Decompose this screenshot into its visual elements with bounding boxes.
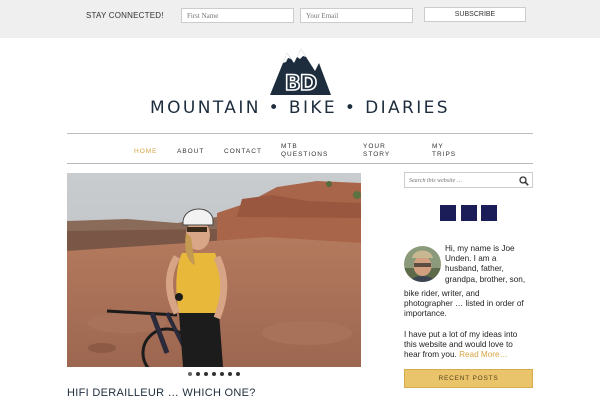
nav-label: MTB	[281, 143, 298, 150]
slider-dot[interactable]	[212, 372, 216, 376]
nav-item-home[interactable]: HOME	[134, 148, 158, 156]
post-title-link[interactable]: HIFI DERAILLEUR … WHICH ONE?	[67, 387, 256, 399]
slider-dot[interactable]	[220, 372, 224, 376]
slider-pagination	[0, 372, 361, 380]
author-bio-continued: bike rider, writer, and photographer … l…	[404, 289, 534, 360]
bio-line: hear from you.	[404, 350, 460, 360]
stay-connected-label: STAY CONNECTED!	[86, 11, 164, 20]
social-icon[interactable]	[461, 205, 477, 221]
slider-dot[interactable]	[236, 372, 240, 376]
nav-item-your-story[interactable]: YOUR STORY	[363, 143, 390, 159]
bio-line: bike rider, writer, and	[404, 289, 480, 298]
slider-dot[interactable]	[204, 372, 208, 376]
nav-label: MY	[432, 143, 444, 150]
bio-line: I have put a lot of my ideas into	[404, 329, 518, 339]
logo-monogram: BD	[285, 71, 317, 95]
bio-line: this website and would love to	[404, 339, 513, 349]
social-icon[interactable]	[481, 205, 497, 221]
nav-label: TRIPS	[432, 151, 457, 158]
slider-dot[interactable]	[196, 372, 200, 376]
site-title[interactable]: MOUNTAIN • BIKE • DIARIES	[0, 98, 600, 118]
author-avatar	[404, 246, 441, 282]
social-icon[interactable]	[440, 205, 456, 221]
subscribe-bar: STAY CONNECTED! SUBSCRIBE	[0, 0, 600, 38]
subscribe-button[interactable]: SUBSCRIBE	[424, 7, 526, 22]
main-navigation: HOME ABOUT CONTACT MTB QUESTIONS YOUR ST…	[67, 133, 533, 164]
nav-item-about[interactable]: ABOUT	[177, 148, 204, 156]
bio-line: husband, father,	[445, 264, 504, 274]
email-input[interactable]	[300, 8, 413, 23]
bio-line: grandpa, brother, son,	[445, 274, 526, 284]
nav-item-contact[interactable]: CONTACT	[224, 148, 262, 156]
bio-line: importance.	[404, 309, 447, 319]
slider-dot[interactable]	[188, 372, 192, 376]
read-more-link[interactable]: Read More…	[459, 350, 508, 359]
nav-item-my-trips[interactable]: MY TRIPS	[432, 143, 456, 159]
bio-line: Unden. I am a	[445, 254, 497, 264]
nav-item-mtb-questions[interactable]: MTB QUESTIONS	[281, 143, 328, 159]
slider-dot[interactable]	[228, 372, 232, 376]
author-bio: Hi, my name is Joe Unden. I am a husband…	[445, 244, 535, 285]
logo-mountain-icon[interactable]: BD	[270, 49, 331, 96]
nav-label: YOUR	[363, 143, 386, 150]
bio-line: photographer … listed in order of	[404, 299, 524, 309]
nav-label: STORY	[363, 151, 391, 158]
bio-line: Hi, my name is Joe	[445, 244, 515, 253]
nav-label: ABOUT	[177, 148, 205, 155]
featured-slide-image[interactable]	[67, 173, 361, 367]
recent-posts-heading: RECENT POSTS	[404, 369, 533, 388]
nav-label: CONTACT	[224, 148, 262, 155]
search-box	[404, 172, 533, 188]
first-name-input[interactable]	[181, 8, 294, 23]
nav-label: QUESTIONS	[281, 151, 329, 158]
nav-label: HOME	[134, 148, 158, 155]
search-icon[interactable]	[519, 176, 529, 186]
search-input[interactable]	[409, 175, 519, 186]
